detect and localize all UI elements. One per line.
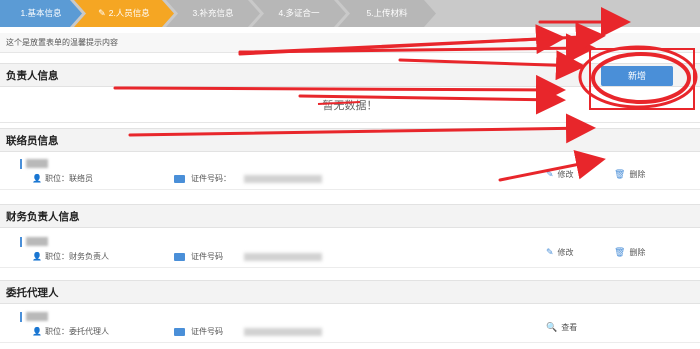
step-multi-license[interactable]: 4.多证合一 [252,0,346,27]
section-finance-header: 财务负责人信息 [0,204,700,228]
redacted-id [244,253,322,261]
section-title: 联络员信息 [6,135,59,147]
step-supplementary-info[interactable]: 3.补充信息 [166,0,260,27]
role-text: 👤 职位：联络员 [32,174,93,183]
role-text: 👤 职位：委托代理人 [32,327,109,336]
edit-button[interactable]: ✎ 修改 [546,247,574,258]
step-upload-materials[interactable]: 5.上传材料 [338,0,436,27]
trash-icon: 🗑 [614,247,626,257]
section-principal-header: 负责人信息 [0,63,700,87]
agent-row: 👤 职位：委托代理人 证件号码 🔍 查看 [0,308,700,343]
row-marker [20,237,22,247]
id-number: 证件号码 [174,251,223,262]
delete-button[interactable]: 🗑 删除 [614,247,645,258]
person-icon: 👤 [32,174,42,183]
person-icon: 👤 [32,327,42,336]
empty-state-text: 暂无数据！ [0,90,700,123]
role-text: 👤 职位：财务负责人 [32,252,109,261]
row-marker [20,312,22,322]
step-personnel-info[interactable]: ✎ 2.人员信息 [74,0,174,27]
id-card-icon [174,327,185,336]
add-principal-button[interactable]: 新增 [601,66,673,86]
form-tip: 这个是放置表单的温馨提示内容 [0,33,700,53]
section-title: 委托代理人 [6,287,59,299]
trash-icon: 🗑 [614,169,626,179]
redacted-name [26,237,48,246]
finance-row: 👤 职位：财务负责人 证件号码 ✎ 修改 🗑 删除 [0,233,700,268]
edit-pen-icon: ✎ [546,169,554,179]
person-icon: 👤 [32,252,42,261]
liaison-row: 👤 职位：联络员 证件号码： ✎ 修改 🗑 删除 [0,155,700,190]
redacted-id [244,328,322,336]
delete-button[interactable]: 🗑 删除 [614,169,645,180]
id-number: 证件号码 [174,326,223,337]
redacted-name [26,312,48,321]
section-agent-header: 委托代理人 [0,280,700,304]
section-title: 财务负责人信息 [6,211,80,223]
redacted-id [244,175,322,183]
pencil-icon: ✎ [98,8,106,18]
edit-pen-icon: ✎ [546,247,554,257]
step-basic-info[interactable]: 1.基本信息 [0,0,82,27]
view-button[interactable]: 🔍 查看 [546,322,577,333]
step-progress-bar: 1.基本信息 ✎ 2.人员信息 3.补充信息 4.多证合一 5.上传材料 [0,0,700,27]
row-marker [20,159,22,169]
edit-button[interactable]: ✎ 修改 [546,169,574,180]
section-title: 负责人信息 [6,70,59,82]
id-card-icon [174,174,185,183]
view-icon: 🔍 [546,322,558,332]
section-liaison-header: 联络员信息 [0,128,700,152]
id-number: 证件号码： [174,173,231,184]
id-card-icon [174,252,185,261]
redacted-name [26,159,48,168]
